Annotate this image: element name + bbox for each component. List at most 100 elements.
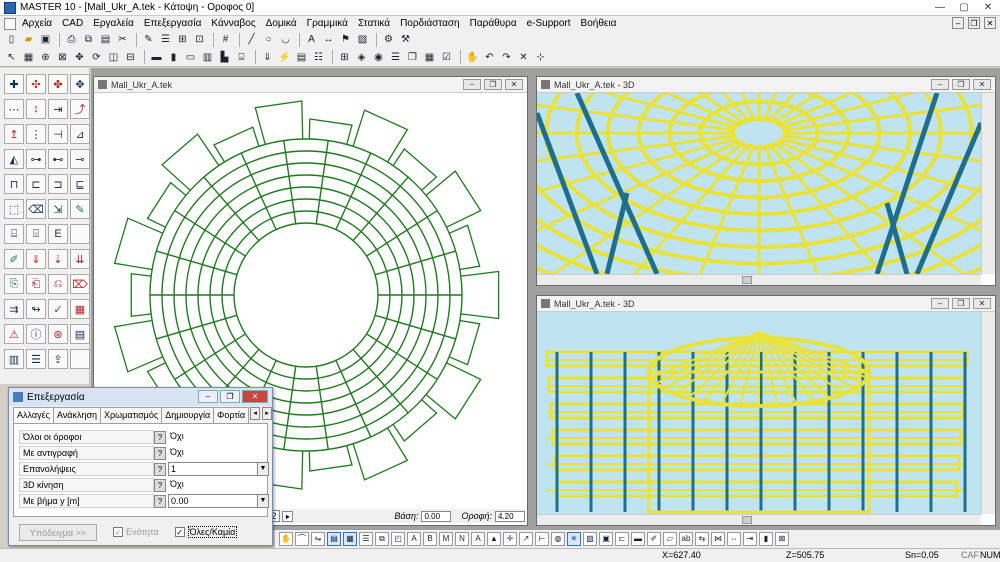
- circle-icon[interactable]: ○: [261, 32, 276, 47]
- checkbox-box[interactable]: ✓: [174, 527, 185, 537]
- property-match-icon[interactable]: ⎌: [48, 274, 68, 294]
- close-button[interactable]: ✕: [976, 0, 1000, 16]
- minimize-button[interactable]: –: [931, 79, 949, 90]
- pin-icon[interactable]: ⇥: [743, 532, 757, 546]
- menu-esupport[interactable]: e-Support: [527, 18, 571, 29]
- sequence-icon[interactable]: ⇉: [4, 299, 24, 319]
- wall-icon[interactable]: ▥: [200, 50, 215, 65]
- line-icon[interactable]: ╱: [244, 32, 259, 47]
- letter-n-icon[interactable]: N: [455, 532, 469, 546]
- print-icon[interactable]: ⎙: [64, 32, 79, 47]
- chevron-down-icon[interactable]: ▼: [257, 495, 268, 507]
- node-insert-icon[interactable]: ↥: [4, 124, 24, 144]
- menu-linear[interactable]: Γραμμικά: [307, 18, 348, 29]
- beam-select-icon[interactable]: ▣: [599, 532, 613, 546]
- horizontal-scrollbar[interactable]: [537, 514, 981, 525]
- snap-icon[interactable]: ⊡: [192, 32, 207, 47]
- menu-file[interactable]: Αρχεία: [22, 18, 52, 29]
- unity-checkbox[interactable]: ✓ Ενότητα: [113, 527, 159, 537]
- menu-static[interactable]: Στατικά: [358, 18, 390, 29]
- table-icon[interactable]: ▦: [21, 50, 36, 65]
- letter-a-icon[interactable]: A: [407, 532, 421, 546]
- help-button[interactable]: ?: [154, 478, 166, 492]
- property-value[interactable]: Όχι: [168, 446, 269, 460]
- close-button[interactable]: ✕: [242, 390, 268, 403]
- snap-icon[interactable]: ✳: [567, 532, 581, 546]
- help-button[interactable]: ?: [154, 494, 166, 508]
- step-y-dropdown[interactable]: 0.00 ▼: [168, 494, 269, 508]
- help-button[interactable]: ?: [154, 462, 166, 476]
- menu-design[interactable]: Πορδιάσταση: [400, 18, 460, 29]
- help-button[interactable]: ?: [154, 446, 166, 460]
- vertical-scrollbar[interactable]: [981, 312, 995, 514]
- 3d-window-titlebar[interactable]: Mall_Ukr_A.tek - 3D – ❐ ✕: [537, 77, 995, 93]
- maximize-button[interactable]: ❐: [220, 390, 240, 403]
- grid-view-icon[interactable]: ▦: [343, 532, 357, 546]
- auto-icon[interactable]: ↬: [26, 299, 46, 319]
- section-icon[interactable]: ◰: [391, 532, 405, 546]
- mdi-close-button[interactable]: ✕: [984, 17, 996, 29]
- blank-tool[interactable]: [70, 224, 90, 244]
- beam-rotate-icon[interactable]: ⤴: [70, 99, 90, 119]
- reinforcement-icon[interactable]: E: [48, 224, 68, 244]
- beam-icon[interactable]: ▬: [149, 50, 164, 65]
- menu-structural[interactable]: Δομικά: [266, 18, 297, 29]
- car-icon[interactable]: ⇋: [311, 532, 325, 546]
- column-icon[interactable]: ▮: [759, 532, 773, 546]
- column-place-icon[interactable]: ✚: [4, 74, 24, 94]
- building-exterior-render[interactable]: [537, 312, 981, 514]
- mdi-minimize-button[interactable]: –: [952, 17, 964, 29]
- tab-create[interactable]: Δημιουργία: [161, 407, 215, 423]
- layer-manager-icon[interactable]: ☰: [388, 50, 403, 65]
- lock-icon[interactable]: ⊛: [48, 324, 68, 344]
- close-button[interactable]: ✕: [973, 79, 991, 90]
- dome-interior-render[interactable]: [537, 93, 995, 285]
- property-value[interactable]: Όχι: [168, 478, 269, 492]
- help-button[interactable]: ?: [154, 430, 166, 444]
- dialog-titlebar[interactable]: Επεξεργασία – ❐ ✕: [9, 388, 272, 406]
- measure-icon[interactable]: ⊞: [175, 32, 190, 47]
- letter-a2-icon[interactable]: A: [471, 532, 485, 546]
- grid-icon[interactable]: #: [218, 32, 233, 47]
- list-view-icon[interactable]: ☰: [359, 532, 373, 546]
- minimize-button[interactable]: —: [928, 0, 952, 16]
- wide-arrow-icon[interactable]: ⇔: [727, 532, 741, 546]
- scroll-thumb[interactable]: [742, 276, 752, 284]
- tab-loads[interactable]: Φορτία: [213, 407, 250, 423]
- ab-icon[interactable]: ab: [679, 532, 693, 546]
- property-clear-icon[interactable]: ⌦: [70, 274, 90, 294]
- undo-icon[interactable]: ↶: [482, 50, 497, 65]
- slab-edit-icon[interactable]: ⊶: [26, 149, 46, 169]
- move-icon[interactable]: ✛: [503, 532, 517, 546]
- scroll-thumb[interactable]: [742, 516, 752, 524]
- tab-recall[interactable]: Ανάκληση: [52, 407, 102, 423]
- minimize-button[interactable]: –: [931, 298, 949, 309]
- slab-split-icon[interactable]: ⊷: [48, 149, 68, 169]
- letter-b-icon[interactable]: B: [423, 532, 437, 546]
- render-icon[interactable]: ◉: [371, 50, 386, 65]
- zoom-extents-icon[interactable]: ⊠: [55, 50, 70, 65]
- paste-icon[interactable]: ▤: [98, 32, 113, 47]
- mdi-restore-button[interactable]: ❐: [968, 17, 980, 29]
- wall-icon[interactable]: ⊑: [70, 174, 90, 194]
- vertical-scrollbar[interactable]: [981, 93, 995, 274]
- refresh-icon[interactable]: ⟳: [89, 50, 104, 65]
- letter-m-icon[interactable]: M: [439, 532, 453, 546]
- footing-icon[interactable]: ⊓: [4, 174, 24, 194]
- window-cascade-icon[interactable]: ❐: [405, 50, 420, 65]
- delete-icon[interactable]: ✕: [516, 50, 531, 65]
- redo-icon[interactable]: ↷: [499, 50, 514, 65]
- bowtie-icon[interactable]: ⋈: [711, 532, 725, 546]
- brush-icon[interactable]: ✐: [4, 249, 24, 269]
- layer-icon[interactable]: ⧉: [375, 532, 389, 546]
- slab-icon[interactable]: ▭: [183, 50, 198, 65]
- explode-icon[interactable]: ⊹: [533, 50, 548, 65]
- pen-select-icon[interactable]: ✐: [647, 532, 661, 546]
- select-area-icon[interactable]: ⬚: [4, 199, 24, 219]
- floor-next-arrow-icon[interactable]: ▸: [282, 510, 294, 522]
- load-area-icon[interactable]: ⇊: [70, 249, 90, 269]
- load-point-icon[interactable]: ⇓: [26, 249, 46, 269]
- maximize-button[interactable]: ❐: [952, 298, 970, 309]
- table-icon[interactable]: ▤: [70, 324, 90, 344]
- slab-merge-icon[interactable]: ⊸: [70, 149, 90, 169]
